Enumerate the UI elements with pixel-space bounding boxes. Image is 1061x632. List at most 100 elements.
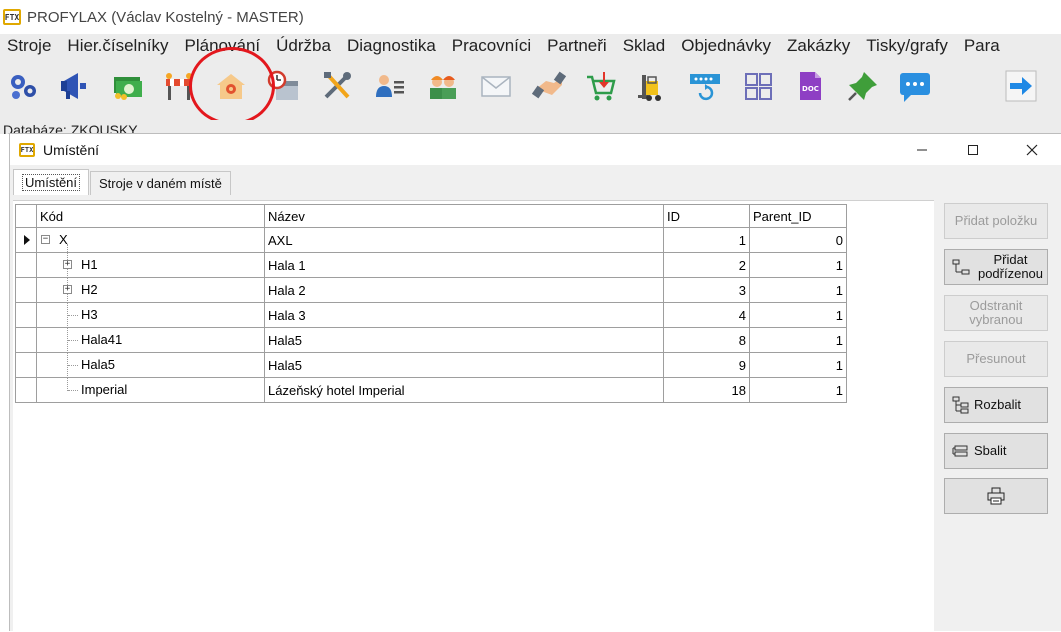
tab-umisteni[interactable]: Umístění [13,169,90,195]
cell-nazev[interactable]: Lázeňský hotel Imperial [264,377,664,403]
close-icon[interactable] [1009,134,1055,165]
expand-button[interactable]: Rozbalit [944,387,1048,423]
pin-icon[interactable] [844,68,882,104]
maximize-icon[interactable] [950,134,996,165]
row-selector[interactable] [15,252,37,278]
menu-tisky-grafy[interactable]: Tisky/grafy [858,36,956,56]
handshake-icon[interactable] [530,68,568,104]
move-button[interactable]: Přesunout [944,341,1048,377]
tree-collapse-icon[interactable]: − [41,235,50,244]
cell-id[interactable]: 2 [663,252,750,278]
tree-expand-icon[interactable]: + [63,285,72,294]
cell-kod[interactable]: Hala41 [36,327,265,353]
add-child-button[interactable]: Přidat podřízenou [944,249,1048,285]
gears-icon[interactable] [4,68,42,104]
cell-id[interactable]: 18 [663,377,750,403]
table-row[interactable]: + H2 Hala 2 3 1 [15,277,847,303]
cell-nazev[interactable]: Hala 3 [264,302,664,328]
table-row[interactable]: Imperial Lázeňský hotel Imperial 18 1 [15,377,847,403]
menu-udrzba[interactable]: Údržba [268,36,339,56]
menu-sklad[interactable]: Sklad [615,36,674,56]
cell-parent-id[interactable]: 1 [749,327,847,353]
cell-parent-id[interactable]: 1 [749,277,847,303]
cell-kod[interactable]: Imperial [36,377,265,403]
action-panel: Přidat položku Přidat podřízenou Odstran… [936,197,1061,631]
cell-kod[interactable]: + H1 [36,252,265,278]
menu-stroje[interactable]: Stroje [0,36,59,56]
tools-icon[interactable] [318,68,356,104]
menu-partneri[interactable]: Partneři [539,36,615,56]
cell-kod[interactable]: − X [36,227,265,253]
cell-id[interactable]: 8 [663,327,750,353]
cell-nazev[interactable]: Hala 2 [264,277,664,303]
location-table: Kód Název ID Parent_ID − X AXL 1 0 + H1 … [15,204,847,403]
cell-nazev[interactable]: AXL [264,227,664,253]
cell-nazev[interactable]: Hala5 [264,327,664,353]
menu-pracovnici[interactable]: Pracovníci [444,36,539,56]
doc-icon[interactable]: DOC [791,68,829,104]
cell-kod[interactable]: Hala5 [36,352,265,378]
row-selector[interactable] [15,227,37,253]
row-selector[interactable] [15,277,37,303]
remove-selected-button[interactable]: Odstranit vybranou [944,295,1048,331]
column-header-id[interactable]: ID [663,204,750,228]
cell-id[interactable]: 9 [663,352,750,378]
row-selector[interactable] [15,352,37,378]
exit-arrow-icon[interactable] [1002,68,1040,104]
cell-nazev[interactable]: Hala5 [264,352,664,378]
table-row[interactable]: + H1 Hala 1 2 1 [15,252,847,278]
tab-stroje-v-danem-miste[interactable]: Stroje v daném místě [90,171,231,195]
cell-id[interactable]: 1 [663,227,750,253]
person-list-icon[interactable] [371,68,409,104]
cell-parent-id[interactable]: 1 [749,252,847,278]
clock-calendar-icon[interactable] [264,68,302,104]
barrier-icon[interactable] [160,68,198,104]
location-dialog: FTX Umístění Umístění Stroje v daném mís… [9,133,1061,632]
cell-parent-id[interactable]: 1 [749,302,847,328]
row-selector[interactable] [15,302,37,328]
megaphone-icon[interactable] [56,68,94,104]
cell-kod[interactable]: H3 [36,302,265,328]
current-row-pointer-icon [24,235,30,245]
workers-icon[interactable] [424,68,462,104]
column-header-kod[interactable]: Kód [36,204,265,228]
grid-icon[interactable] [739,68,777,104]
row-selector[interactable] [15,377,37,403]
cell-parent-id[interactable]: 1 [749,377,847,403]
menu-hier-ciselniky[interactable]: Hier.číselníky [59,36,176,56]
table-row[interactable]: Hala41 Hala5 8 1 [15,327,847,353]
column-header-nazev[interactable]: Název [264,204,664,228]
table-row[interactable]: H3 Hala 3 4 1 [15,302,847,328]
refresh-board-icon[interactable] [686,68,724,104]
cell-nazev[interactable]: Hala 1 [264,252,664,278]
row-selector[interactable] [15,327,37,353]
cart-icon[interactable] [582,68,620,104]
print-button[interactable] [944,478,1048,514]
add-item-button[interactable]: Přidat položku [944,203,1048,239]
menu-parametry[interactable]: Para [956,36,1008,56]
location-house-icon[interactable] [212,68,250,104]
app-titlebar: FTX PROFYLAX (Václav Kostelný - MASTER) [0,0,1061,34]
tree-expand-icon[interactable]: + [63,260,72,269]
cell-parent-id[interactable]: 0 [749,227,847,253]
minimize-icon[interactable] [899,134,945,165]
chat-icon[interactable] [896,68,934,104]
money-icon[interactable] [108,68,146,104]
tree-line [68,365,78,366]
table-row[interactable]: Hala5 Hala5 9 1 [15,352,847,378]
add-child-label: Přidat podřízenou [977,252,1044,281]
cell-id[interactable]: 3 [663,277,750,303]
dialog-title: Umístění [43,141,100,158]
envelope-icon[interactable] [477,68,515,104]
forklift-icon[interactable] [634,68,672,104]
menu-planovani[interactable]: Plánování [177,36,269,56]
cell-parent-id[interactable]: 1 [749,352,847,378]
menu-objednavky[interactable]: Objednávky [673,36,779,56]
menu-diagnostika[interactable]: Diagnostika [339,36,444,56]
cell-kod[interactable]: + H2 [36,277,265,303]
menu-zakazky[interactable]: Zakázky [779,36,858,56]
column-header-parent-id[interactable]: Parent_ID [749,204,847,228]
table-row[interactable]: − X AXL 1 0 [15,227,847,253]
collapse-button[interactable]: Sbalit [944,433,1048,469]
cell-id[interactable]: 4 [663,302,750,328]
